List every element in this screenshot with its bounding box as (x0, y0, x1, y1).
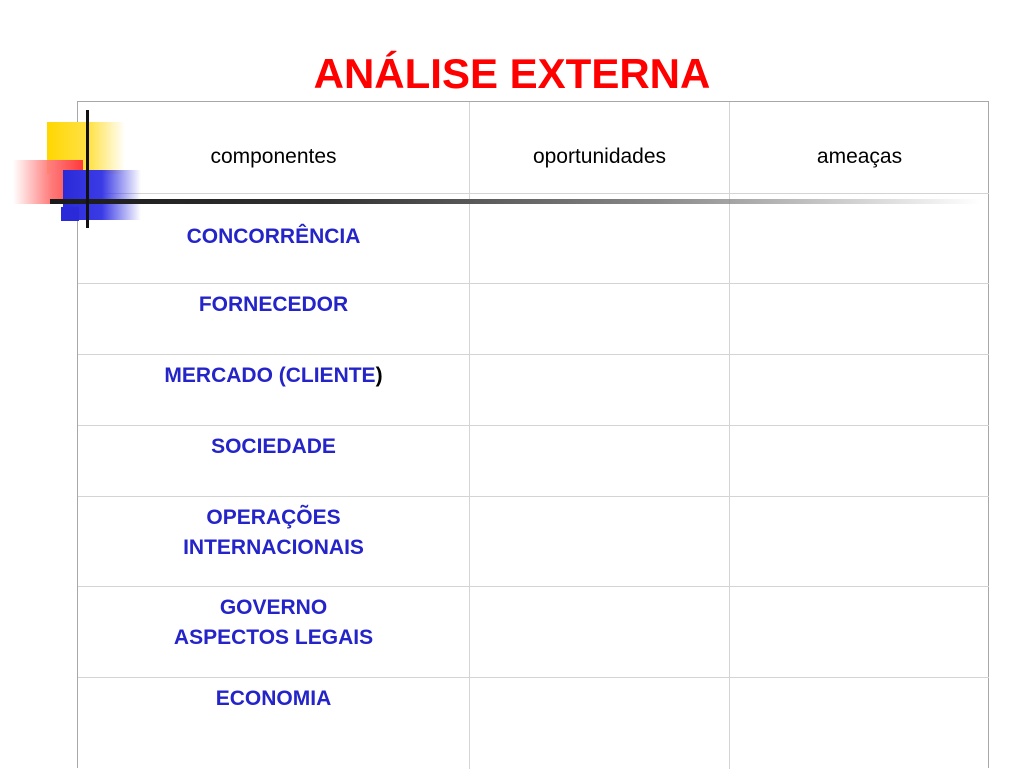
threat-cell (730, 355, 989, 425)
threat-cell (730, 497, 989, 586)
table-header-row: componentes oportunidades ameaças (78, 102, 989, 194)
decorative-vertical-rule (86, 110, 89, 228)
opportunity-cell (470, 194, 730, 283)
header-label-componentes: componentes (210, 145, 337, 168)
threat-cell (730, 426, 989, 496)
decorative-blue-small-square (61, 207, 79, 221)
component-paren: ) (375, 364, 383, 387)
component-line1: OPERAÇÕES (206, 506, 341, 529)
opportunity-cell (470, 678, 730, 769)
component-line1: SOCIEDADE (211, 435, 336, 458)
component-label: MERCADO (CLIENTE) (78, 361, 469, 391)
threat-cell (730, 284, 989, 354)
header-label-ameacas: ameaças (816, 145, 903, 168)
component-line2: INTERNACIONAIS (183, 536, 364, 559)
component-line1: GOVERNO (219, 596, 328, 619)
table-row: OPERAÇÕES INTERNACIONAIS (78, 497, 989, 587)
component-line1: ECONOMIA (215, 687, 332, 710)
header-cell-oportunidades: oportunidades (470, 102, 730, 193)
component-cell: SOCIEDADE (78, 426, 470, 496)
component-cell: FORNECEDOR (78, 284, 470, 354)
opportunity-cell (470, 497, 730, 586)
component-line2: ASPECTOS LEGAIS (173, 626, 374, 649)
slide-title: ANÁLISE EXTERNA (313, 50, 711, 97)
table-row: MERCADO (CLIENTE) (78, 355, 989, 426)
component-label: FORNECEDOR (78, 290, 469, 320)
threat-cell (730, 194, 989, 283)
component-label: CONCORRÊNCIA (78, 222, 469, 252)
table-row: FORNECEDOR (78, 284, 989, 355)
component-cell: OPERAÇÕES INTERNACIONAIS (78, 497, 470, 586)
table-row: CONCORRÊNCIA (78, 194, 989, 284)
decorative-horizontal-rule (50, 199, 980, 204)
threat-cell (730, 678, 989, 769)
component-cell: MERCADO (CLIENTE) (78, 355, 470, 425)
component-line1: MERCADO (CLIENTE (164, 364, 376, 387)
component-label: OPERAÇÕES INTERNACIONAIS (78, 503, 469, 563)
component-cell: GOVERNO ASPECTOS LEGAIS (78, 587, 470, 677)
component-label: GOVERNO ASPECTOS LEGAIS (78, 593, 469, 653)
table-row: ECONOMIA (78, 678, 989, 769)
component-label: ECONOMIA (78, 684, 469, 714)
table-row: GOVERNO ASPECTOS LEGAIS (78, 587, 989, 678)
opportunity-cell (470, 284, 730, 354)
component-cell: ECONOMIA (78, 678, 470, 769)
component-line1: FORNECEDOR (198, 293, 349, 316)
table-row: SOCIEDADE (78, 426, 989, 497)
opportunity-cell (470, 426, 730, 496)
opportunity-cell (470, 587, 730, 677)
component-line1: CONCORRÊNCIA (186, 225, 361, 248)
component-label: SOCIEDADE (78, 432, 469, 462)
opportunity-cell (470, 355, 730, 425)
header-label-oportunidades: oportunidades (532, 145, 667, 168)
header-cell-ameacas: ameaças (730, 102, 989, 193)
threat-cell (730, 587, 989, 677)
